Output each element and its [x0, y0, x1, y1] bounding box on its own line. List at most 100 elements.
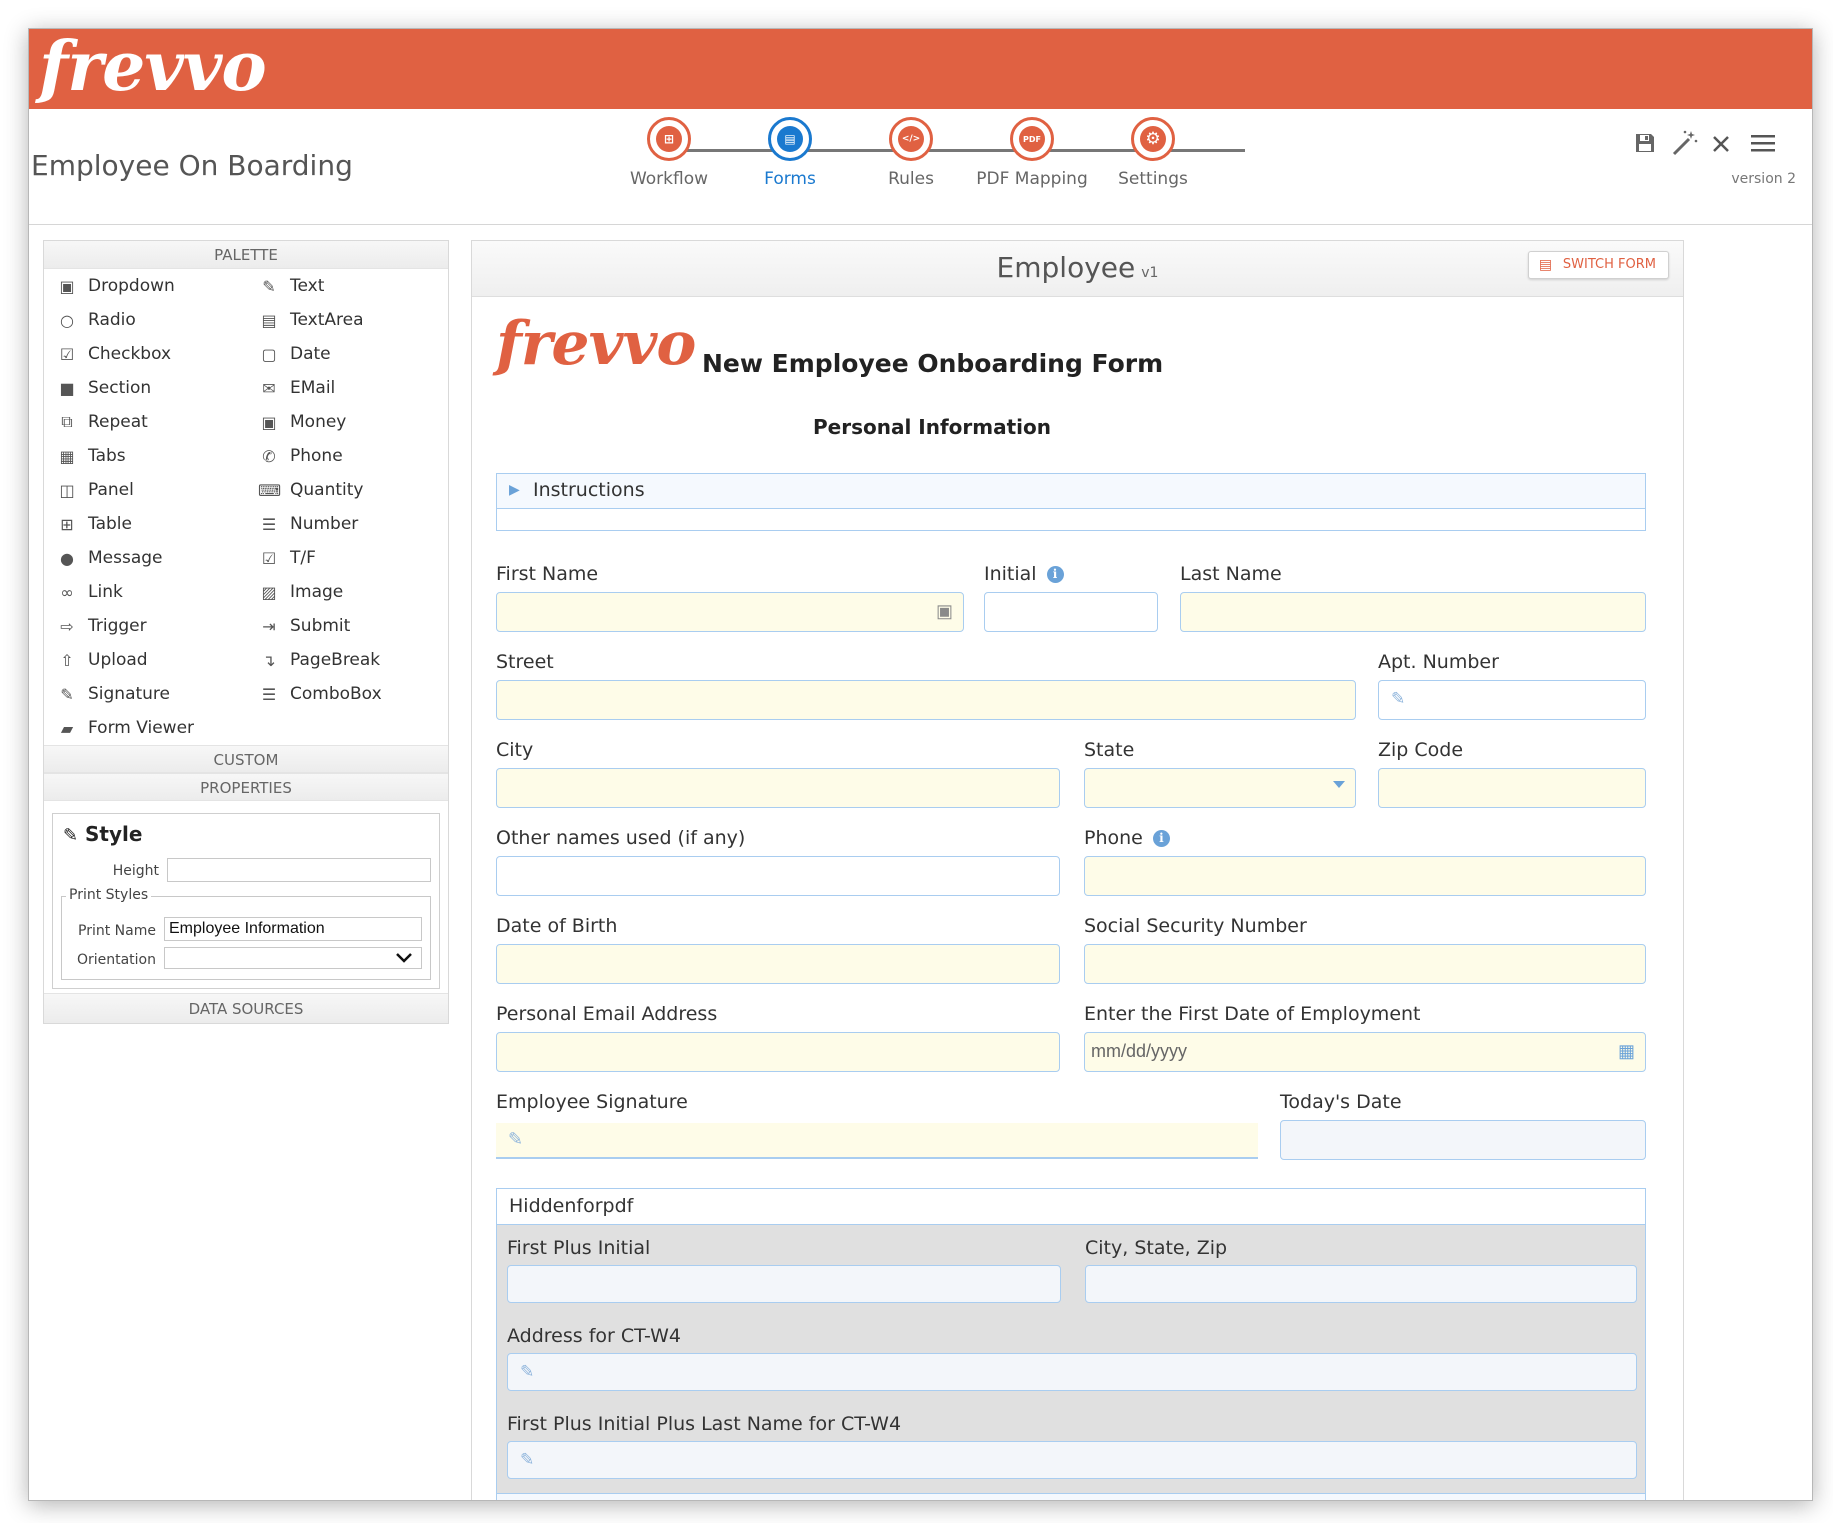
palette-item-repeat[interactable]: ⧉ Repeat	[56, 407, 148, 437]
first-date-label: Enter the First Date of Employment	[1084, 1003, 1421, 1025]
address-ctw4-input[interactable]: ✎	[507, 1353, 1637, 1391]
properties-header[interactable]: PROPERTIES	[44, 773, 448, 801]
city-state-zip-input[interactable]	[1085, 1265, 1637, 1303]
palette-item-email[interactable]: ✉ EMail	[258, 373, 335, 403]
height-input[interactable]	[167, 858, 431, 882]
form-version: v1	[1141, 265, 1159, 281]
step-settings[interactable]: ⚙ Settings	[1083, 117, 1223, 189]
custom-header[interactable]: CUSTOM	[44, 745, 448, 773]
pdf-icon: PDF	[1019, 126, 1045, 152]
data-sources-header[interactable]: DATA SOURCES	[44, 993, 448, 1023]
ssn-input[interactable]	[1084, 944, 1646, 984]
palette-item-section[interactable]: ■ Section	[56, 373, 151, 403]
style-title: ✎ Style	[63, 822, 143, 846]
step-forms[interactable]: ▤ Forms	[720, 117, 860, 189]
pencil-icon: ✎	[60, 684, 74, 704]
frevvo-logo[interactable]: frevvo	[39, 29, 267, 107]
palette-item-money[interactable]: ▣ Money	[258, 407, 346, 437]
dob-input[interactable]	[496, 944, 1060, 984]
palette-item-upload[interactable]: ⇧ Upload	[56, 645, 147, 675]
palette-item-checkbox[interactable]: ☑ Checkbox	[56, 339, 171, 369]
save-icon[interactable]	[1628, 129, 1662, 163]
address-ctw4-label: Address for CT-W4	[507, 1325, 681, 1347]
calendar-icon[interactable]: ▦	[1618, 1041, 1635, 1062]
step-workflow[interactable]: ⊞ Workflow	[599, 117, 739, 189]
palette-item-tf[interactable]: ☑ T/F	[258, 543, 316, 573]
palette-item-tabs[interactable]: ▦ Tabs	[56, 441, 125, 471]
palette-item-message[interactable]: ● Message	[56, 543, 163, 573]
palette-item-text[interactable]: ✎ Text	[258, 271, 324, 301]
info-icon[interactable]: i	[1046, 566, 1064, 583]
palette-item-image[interactable]: ▨ Image	[258, 577, 343, 607]
hiddenforpdf-header[interactable]: Hiddenforpdf	[497, 1189, 1645, 1225]
email-input[interactable]	[496, 1032, 1060, 1072]
palette-item-trigger[interactable]: ⇨ Trigger	[56, 611, 146, 641]
palette-item-combobox[interactable]: ☰ ComboBox	[258, 679, 382, 709]
workflow-icon: ⊞	[656, 126, 682, 152]
step-rules[interactable]: </> Rules	[841, 117, 981, 189]
palette-item-radio[interactable]: ○ Radio	[56, 305, 136, 335]
magic-wand-icon[interactable]	[1668, 129, 1702, 165]
palette-item-phone[interactable]: ✆ Phone	[258, 441, 342, 471]
palette-item-signature[interactable]: ✎ Signature	[56, 679, 170, 709]
instructions-body	[496, 509, 1646, 531]
calendar-icon: ▢	[261, 344, 277, 364]
apt-number-label: Apt. Number	[1378, 651, 1499, 673]
first-plus-initial-input[interactable]	[507, 1265, 1061, 1303]
left-panel: PALETTE ▣ Dropdown ○ Radio ☑ Checkbox ■ Sect…	[43, 240, 449, 1024]
close-icon[interactable]	[1704, 129, 1738, 163]
info-icon[interactable]: i	[1152, 830, 1170, 847]
palette-item-submit[interactable]: ⇥ Submit	[258, 611, 350, 641]
phone-label: Phone i	[1084, 827, 1170, 849]
initial-input[interactable]	[984, 592, 1158, 632]
orientation-select[interactable]	[164, 947, 422, 969]
full-name-ctw4-input[interactable]: ✎	[507, 1441, 1637, 1479]
step-pdf-mapping[interactable]: PDF PDF Mapping	[962, 117, 1102, 189]
edit-icon: ✎	[1391, 689, 1406, 708]
todays-date-input[interactable]	[1280, 1120, 1646, 1160]
list-number-icon: ☰	[261, 514, 277, 534]
street-input[interactable]	[496, 680, 1356, 720]
print-name-input[interactable]: Employee Information	[164, 917, 422, 941]
apt-number-input[interactable]: ✎	[1378, 680, 1646, 720]
switch-form-icon: ▤	[1538, 257, 1553, 273]
print-name-label: Print Name	[78, 923, 156, 939]
version-label: version 2	[1731, 171, 1796, 187]
menu-icon[interactable]	[1746, 129, 1780, 163]
last-name-label: Last Name	[1180, 563, 1282, 585]
instructions-section[interactable]: ▶ Instructions	[496, 473, 1646, 509]
first-name-input[interactable]: ▣	[496, 592, 964, 632]
phone-input[interactable]	[1084, 856, 1646, 896]
other-names-input[interactable]	[496, 856, 1060, 896]
folder-icon: ■	[59, 378, 75, 398]
pencil-icon: ✎	[63, 825, 79, 846]
signature-pad[interactable]: ✎	[496, 1123, 1258, 1159]
checkbox-icon: ☑	[261, 548, 277, 568]
city-state-zip-label: City, State, Zip	[1085, 1237, 1228, 1259]
palette-item-date[interactable]: ▢ Date	[258, 339, 330, 369]
palette-item-quantity[interactable]: ⌨ Quantity	[258, 475, 363, 505]
palette-item-pagebreak[interactable]: ↴ PageBreak	[258, 645, 380, 675]
palette-item-panel[interactable]: ◫ Panel	[56, 475, 133, 505]
city-input[interactable]	[496, 768, 1060, 808]
zip-code-label: Zip Code	[1378, 739, 1464, 761]
dob-label: Date of Birth	[496, 915, 618, 937]
palette-header[interactable]: PALETTE	[44, 241, 448, 269]
palette-item-dropdown[interactable]: ▣ Dropdown	[56, 271, 174, 301]
zip-code-input[interactable]	[1378, 768, 1646, 808]
first-date-input[interactable]: mm/dd/yyyy ▦	[1084, 1032, 1646, 1072]
edit-icon: ✎	[520, 1362, 535, 1381]
state-dropdown[interactable]	[1084, 768, 1356, 808]
palette-item-form-viewer[interactable]: ▰ Form Viewer	[56, 713, 194, 743]
repeat-icon: ⧉	[61, 412, 73, 431]
table-icon: ⊞	[60, 514, 74, 534]
caret-down-icon	[1333, 781, 1345, 788]
palette-item-number[interactable]: ☰ Number	[258, 509, 358, 539]
switch-form-button[interactable]: ▤ SWITCH FORM	[1527, 251, 1669, 279]
last-name-input[interactable]	[1180, 592, 1646, 632]
palette-item-link[interactable]: ∞ Link	[56, 577, 123, 607]
textarea-icon: ▤	[261, 310, 277, 330]
palette-item-table[interactable]: ⊞ Table	[56, 509, 132, 539]
palette-item-textarea[interactable]: ▤ TextArea	[258, 305, 363, 335]
street-label: Street	[496, 651, 554, 673]
